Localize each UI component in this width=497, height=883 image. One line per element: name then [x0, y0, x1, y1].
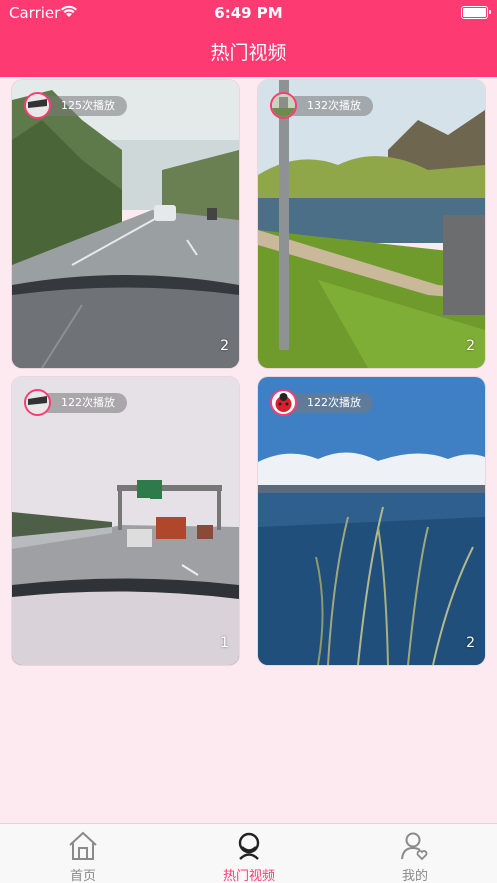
ladybug-avatar-icon[interactable] — [270, 389, 297, 416]
tab-profile[interactable]: 我的 — [332, 824, 497, 883]
profile-icon — [401, 832, 428, 861]
status-time: 6:49 PM — [214, 4, 283, 22]
video-card-3[interactable]: 122次播放 1 — [12, 377, 239, 665]
video-thumbnail — [12, 80, 239, 368]
video-thumbnail — [258, 80, 485, 368]
building-avatar-icon[interactable] — [270, 92, 297, 119]
battery-icon — [461, 6, 491, 19]
tab-hot-videos-label: 热门视频 — [222, 869, 275, 883]
nav-header: Carrier 6:49 PM 热门视频 — [0, 0, 497, 77]
tab-home-label: 首页 — [69, 869, 96, 883]
video-card-2[interactable]: 132次播放 2 — [258, 80, 485, 368]
car-dashboard-avatar-icon[interactable] — [24, 389, 51, 416]
status-bar: Carrier 6:49 PM — [0, 0, 497, 26]
clip-count: 1 — [220, 635, 229, 651]
tab-bar: 首页 热门视频 我的 — [0, 823, 497, 883]
video-thumbnail — [258, 377, 485, 665]
play-count-badge: 122次播放 — [39, 393, 127, 413]
car-dashboard-avatar-icon[interactable] — [24, 92, 51, 119]
play-count-badge: 132次播放 — [285, 96, 373, 116]
hot-video-icon — [238, 832, 260, 860]
play-count-badge: 125次播放 — [39, 96, 127, 116]
play-count-badge: 122次播放 — [285, 393, 373, 413]
video-card-4[interactable]: 122次播放 2 — [258, 377, 485, 665]
video-card-1[interactable]: 125次播放 2 — [12, 80, 239, 368]
video-thumbnail — [12, 377, 239, 665]
tab-profile-label: 我的 — [401, 869, 428, 883]
clip-count: 2 — [220, 338, 229, 354]
tab-hot-videos[interactable]: 热门视频 — [166, 824, 332, 883]
clip-count: 2 — [466, 338, 475, 354]
page-title: 热门视频 — [210, 42, 287, 64]
home-icon — [69, 831, 97, 860]
tab-home[interactable]: 首页 — [0, 824, 166, 883]
clip-count: 2 — [466, 635, 475, 651]
